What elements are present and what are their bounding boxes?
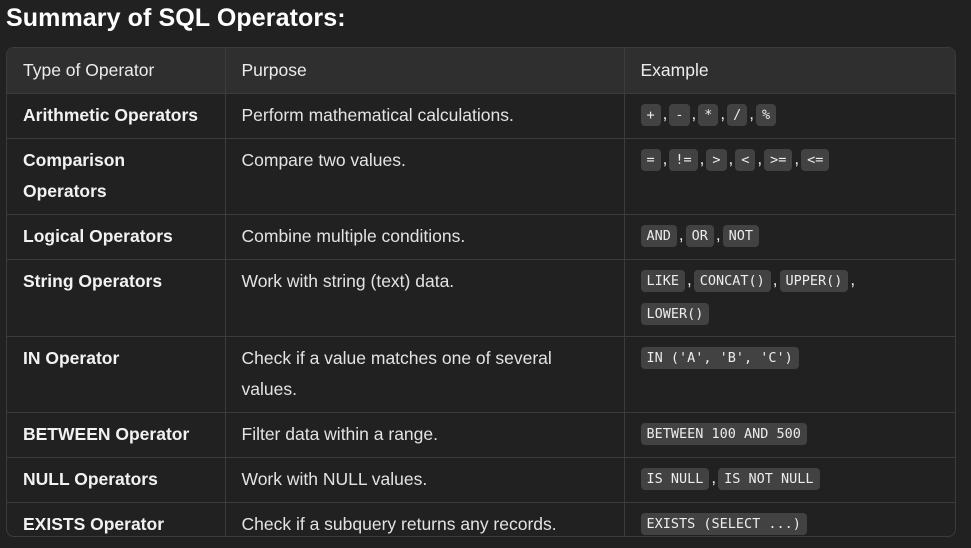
operator-type: Arithmetic Operators (7, 93, 226, 139)
code-snippet: IS NOT NULL (718, 467, 820, 490)
separator: , (850, 269, 856, 289)
operator-type: EXISTS Operator (7, 502, 226, 536)
operator-example: =, !=, >, <, >=, <= (624, 138, 955, 215)
operator-type: BETWEEN Operator (7, 412, 226, 458)
code-snippet: IN ('A', 'B', 'C') (640, 346, 799, 369)
code-snippet: - (669, 103, 690, 126)
operators-table: Type of Operator Purpose Example Arithme… (6, 47, 956, 537)
code-snippet: LIKE (640, 269, 686, 292)
page-title: Summary of SQL Operators: (6, 4, 346, 32)
table-row: Logical Operators Combine multiple condi… (7, 214, 955, 260)
table-row: Comparison Operators Compare two values.… (7, 138, 955, 215)
operator-purpose-line: values. (241, 378, 297, 399)
code-snippet: BETWEEN 100 AND 500 (640, 422, 807, 445)
code-snippet: / (727, 103, 748, 126)
separator: , (715, 224, 721, 244)
separator: , (728, 148, 734, 168)
separator: , (720, 103, 726, 123)
operator-example: IS NULL, IS NOT NULL (624, 457, 955, 503)
separator: , (749, 103, 754, 123)
operator-type: NULL Operators (7, 457, 226, 503)
operator-example: IN ('A', 'B', 'C') (624, 336, 955, 413)
code-snippet: = (640, 148, 661, 171)
separator: , (757, 148, 763, 168)
code-snippet: UPPER() (779, 269, 849, 292)
table-row: String Operators Work with string (text)… (7, 259, 955, 337)
operator-example: BETWEEN 100 AND 500 (624, 412, 955, 458)
code-snippet: < (735, 148, 756, 171)
code-snippet: EXISTS (SELECT ...) (640, 512, 807, 535)
code-snippet: IS NULL (640, 467, 710, 490)
code-snippet: % (756, 103, 777, 126)
code-snippet: != (669, 148, 698, 171)
operator-purpose: Combine multiple conditions. (225, 214, 625, 260)
table-row: Arithmetic Operators Perform mathematica… (7, 93, 955, 139)
operator-example: EXISTS (SELECT ...) (624, 502, 955, 536)
operator-purpose: Filter data within a range. (225, 412, 625, 458)
separator: , (662, 103, 668, 123)
table-header-row: Type of Operator Purpose Example (7, 48, 955, 94)
table-row: EXISTS Operator Check if a subquery retu… (7, 502, 955, 536)
operator-purpose-line: Check if a value matches one of several (241, 347, 552, 368)
separator: , (699, 148, 705, 168)
operator-purpose: Work with string (text) data. (225, 259, 625, 337)
table: Type of Operator Purpose Example Arithme… (7, 48, 955, 536)
separator: , (691, 103, 697, 123)
code-snippet: LOWER() (640, 302, 710, 325)
column-header-purpose: Purpose (225, 48, 625, 94)
column-header-type: Type of Operator (7, 48, 226, 94)
code-snippet: AND (640, 224, 677, 247)
operator-type: IN Operator (7, 336, 226, 413)
operator-type: Logical Operators (7, 214, 226, 260)
operator-type-line: Comparison (23, 149, 126, 170)
operator-example: +, -, *, /,% (624, 93, 955, 139)
separator: , (687, 269, 692, 289)
operator-purpose: Check if a subquery returns any records. (225, 502, 625, 536)
code-snippet: OR (685, 224, 714, 247)
code-snippet: > (706, 148, 727, 171)
separator: , (772, 269, 778, 289)
column-header-example: Example (624, 48, 955, 94)
page: Summary of SQL Operators: Type of Operat… (0, 0, 971, 548)
operator-purpose: Perform mathematical calculations. (225, 93, 625, 139)
code-snippet: NOT (722, 224, 760, 247)
separator: , (678, 224, 684, 244)
operator-purpose: Check if a value matches one of several … (225, 336, 625, 413)
table-row: BETWEEN Operator Filter data within a ra… (7, 412, 955, 458)
operator-type: String Operators (7, 259, 226, 337)
operator-type-line: Operators (23, 180, 107, 201)
code-snippet: <= (801, 148, 830, 171)
code-snippet: CONCAT() (693, 269, 771, 292)
operator-purpose: Compare two values. (225, 138, 625, 215)
table-row: NULL Operators Work with NULL values. IS… (7, 457, 955, 503)
code-snippet: + (640, 103, 661, 126)
separator: , (794, 148, 800, 168)
operator-type: Comparison Operators (7, 138, 226, 215)
operator-example: AND, OR, NOT (624, 214, 955, 260)
code-snippet: >= (764, 148, 793, 171)
separator: , (662, 148, 668, 168)
separator: , (711, 467, 717, 487)
table-row: IN Operator Check if a value matches one… (7, 336, 955, 413)
operator-example: LIKE, CONCAT(), UPPER(), LOWER() (624, 259, 955, 337)
code-snippet: * (698, 103, 719, 126)
operator-purpose: Work with NULL values. (225, 457, 625, 503)
